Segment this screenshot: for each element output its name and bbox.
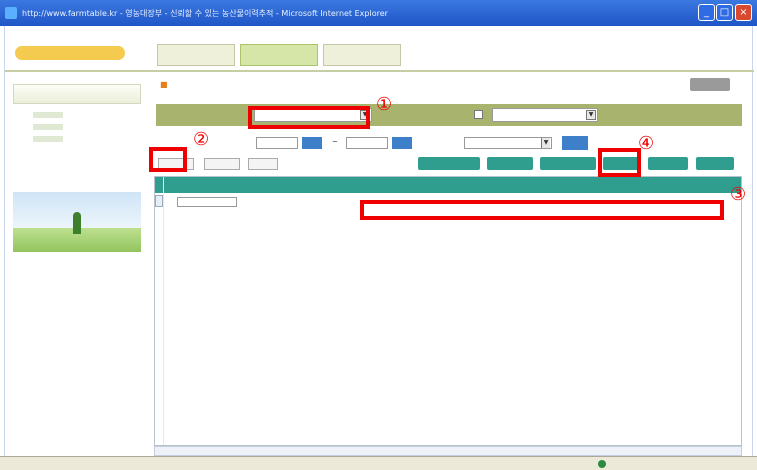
calendar-icon[interactable] <box>302 137 322 149</box>
annotation-number-3: ③ <box>730 184 747 205</box>
toolbar-button-3[interactable] <box>540 157 596 170</box>
status-bar <box>0 456 757 470</box>
annotation-number-2: ② <box>193 129 210 150</box>
date-separator: ~ <box>332 138 338 146</box>
secondary-select[interactable]: ▼ <box>492 108 598 122</box>
close-icon[interactable]: × <box>735 4 752 21</box>
grid-divider <box>163 177 164 445</box>
horizontal-scrollbar[interactable] <box>154 446 742 456</box>
toolbar-button-2[interactable] <box>487 157 533 170</box>
sidebar-item-1[interactable] <box>33 112 63 118</box>
annotation-number-1: ① <box>376 94 393 115</box>
end-date-input[interactable] <box>346 137 388 149</box>
sidebar-item-2[interactable] <box>33 124 63 130</box>
cancel-button[interactable] <box>248 158 278 170</box>
maximize-icon[interactable]: □ <box>716 4 733 21</box>
row-date-cell[interactable] <box>177 197 237 207</box>
sidebar-header[interactable] <box>13 84 141 104</box>
search-button[interactable] <box>562 136 588 150</box>
toolbar <box>156 156 742 172</box>
tab-2-active[interactable] <box>240 44 318 66</box>
top-nav <box>5 34 754 74</box>
top-right-button[interactable] <box>690 78 730 91</box>
sidebar-illustration <box>13 192 141 252</box>
sidebar <box>13 72 141 458</box>
main-panel: ■ ▼ ▼ ~ ▼ <box>150 74 750 458</box>
globe-icon <box>598 460 606 468</box>
page: ■ ▼ ▼ ~ ▼ <box>4 26 754 462</box>
chevron-down-icon[interactable]: ▼ <box>586 110 596 120</box>
page-title: ■ <box>160 80 168 89</box>
highlight-1 <box>248 106 370 129</box>
ie-icon <box>5 7 17 19</box>
minimize-icon[interactable]: _ <box>698 4 715 21</box>
start-date-input[interactable] <box>256 137 298 149</box>
sidebar-item-3[interactable] <box>33 136 63 142</box>
window-title: http://www.farmtable.kr - 영농대장부 - 신뢰할 수 … <box>22 9 388 18</box>
filter-checkbox[interactable] <box>474 110 483 119</box>
highlight-4 <box>598 148 641 177</box>
tab-1[interactable] <box>157 44 235 66</box>
toolbar-button-1[interactable] <box>418 157 480 170</box>
delete-row-button[interactable] <box>204 158 240 170</box>
grid-header <box>155 177 741 193</box>
work-type-select[interactable]: ▼ <box>464 137 552 149</box>
toolbar-button-6[interactable] <box>696 157 734 170</box>
annotation-number-4: ④ <box>638 133 655 154</box>
highlight-3 <box>360 200 724 220</box>
tree-icon <box>73 212 81 234</box>
filter-bar: ▼ ▼ <box>156 104 742 126</box>
toolbar-button-5[interactable] <box>648 157 688 170</box>
calendar-icon[interactable] <box>392 137 412 149</box>
highlight-2 <box>149 147 187 172</box>
site-badge <box>15 46 125 60</box>
tab-3[interactable] <box>323 44 401 66</box>
title-bar: http://www.farmtable.kr - 영농대장부 - 신뢰할 수 … <box>0 0 757 26</box>
chevron-down-icon[interactable]: ▼ <box>541 138 550 148</box>
